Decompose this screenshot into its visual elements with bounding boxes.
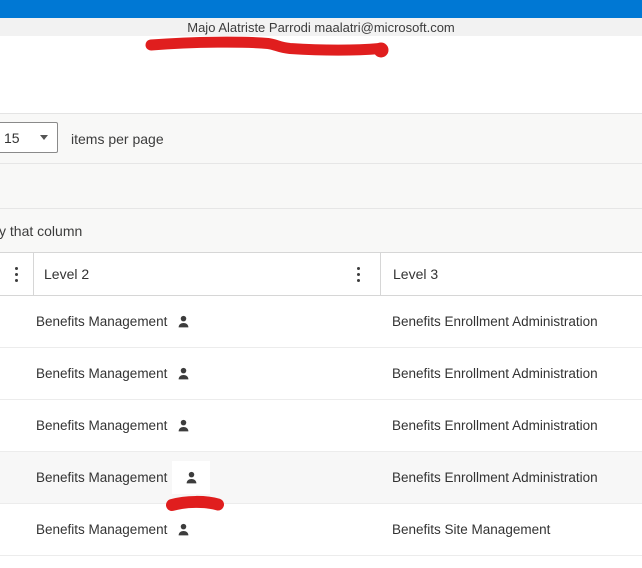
person-icon[interactable]: [176, 522, 191, 538]
group-by-hint-text: y that column: [0, 223, 82, 239]
person-icon[interactable]: [176, 366, 191, 382]
person-icon[interactable]: [176, 418, 191, 434]
table-row-highlighted[interactable]: Benefits Management Benefits Enrollment …: [0, 452, 642, 504]
level2-value: Benefits Management: [36, 418, 167, 433]
kebab-menu-icon[interactable]: [350, 265, 366, 283]
toolbar-strip: [0, 163, 642, 208]
person-icon-hover-box[interactable]: [172, 461, 210, 494]
group-by-drop-zone: y that column: [0, 208, 642, 252]
column-header-label: Level 3: [393, 266, 438, 282]
level3-cell: Benefits Site Management: [380, 504, 642, 555]
level3-value: Benefits Enrollment Administration: [392, 418, 598, 433]
level3-cell: Benefits Enrollment Administration: [380, 296, 642, 347]
level3-value: Benefits Enrollment Administration: [392, 366, 598, 381]
level2-cell: Benefits Management: [0, 400, 380, 451]
page-size-value: 15: [4, 130, 40, 146]
level2-value: Benefits Management: [36, 470, 167, 485]
level3-value: Benefits Enrollment Administration: [392, 470, 598, 485]
table-row[interactable]: Benefits Management Benefits Enrollment …: [0, 400, 642, 452]
level2-cell: Benefits Management: [0, 452, 380, 503]
level2-value: Benefits Management: [36, 522, 167, 537]
caret-down-icon: [40, 135, 48, 140]
column-header-label: Level 2: [44, 266, 89, 282]
items-per-page-label: items per page: [71, 114, 164, 164]
suite-bar: [0, 0, 642, 18]
table-row[interactable]: Benefits Management Benefits Enrollment …: [0, 296, 642, 348]
level2-value: Benefits Management: [36, 314, 167, 329]
level2-value: Benefits Management: [36, 366, 167, 381]
page-size-dropdown[interactable]: 15: [0, 122, 58, 153]
level3-cell: Benefits Enrollment Administration: [380, 452, 642, 503]
pager-bar: 15 items per page: [0, 113, 642, 163]
column-header-level2[interactable]: Level 2: [33, 253, 380, 295]
column-header-level3[interactable]: Level 3: [380, 253, 642, 295]
table-row[interactable]: Benefits Management Benefits Enrollment …: [0, 348, 642, 400]
account-name-email: Majo Alatriste Parrodi maalatri@microsof…: [187, 20, 455, 35]
person-icon[interactable]: [176, 314, 191, 330]
level2-cell: Benefits Management: [0, 296, 380, 347]
level3-value: Benefits Enrollment Administration: [392, 314, 598, 329]
red-underline-account: [151, 42, 380, 50]
kebab-menu-icon[interactable]: [9, 265, 25, 283]
level2-cell: Benefits Management: [0, 348, 380, 399]
red-underline-account-endblob: [374, 43, 389, 58]
column-header-level1-stub: [0, 253, 33, 295]
level3-value: Benefits Site Management: [392, 522, 550, 537]
level3-cell: Benefits Enrollment Administration: [380, 400, 642, 451]
level2-cell: Benefits Management: [0, 504, 380, 555]
page: Majo Alatriste Parrodi maalatri@microsof…: [0, 0, 642, 568]
grid-header-row: Level 2 Level 3: [0, 252, 642, 296]
account-strip: Majo Alatriste Parrodi maalatri@microsof…: [0, 18, 642, 36]
grid-body: Benefits Management Benefits Enrollment …: [0, 296, 642, 556]
level3-cell: Benefits Enrollment Administration: [380, 348, 642, 399]
table-row[interactable]: Benefits Management Benefits Site Manage…: [0, 504, 642, 556]
person-icon[interactable]: [184, 470, 199, 486]
